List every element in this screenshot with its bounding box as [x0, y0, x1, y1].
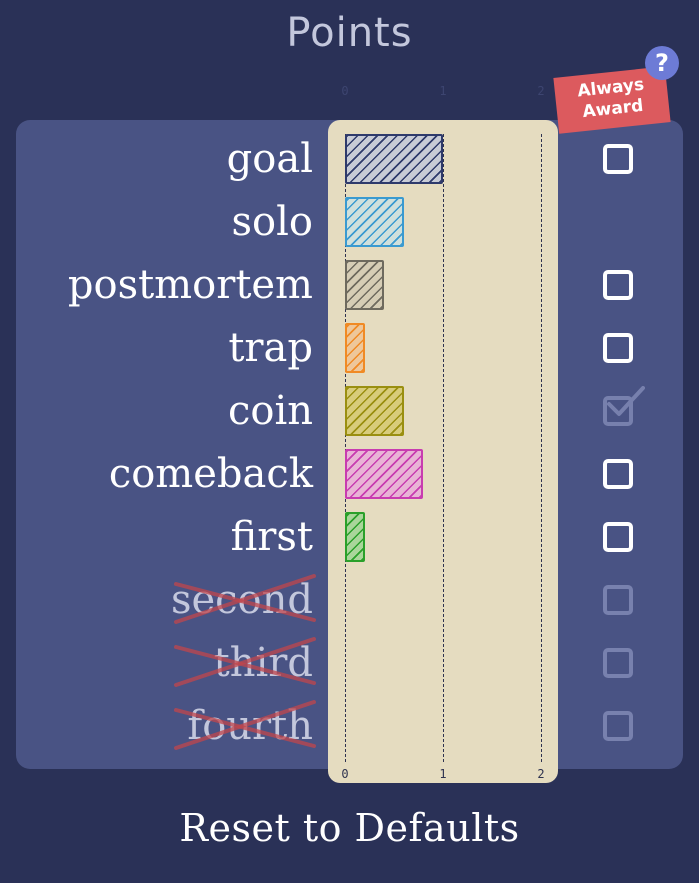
bottom-tick-0: 0: [341, 767, 349, 781]
row-label-comeback: comeback: [108, 451, 313, 497]
bar-coin[interactable]: [345, 386, 404, 436]
top-tick-0: 0: [341, 84, 349, 98]
always-award-checkbox-goal[interactable]: [603, 144, 633, 174]
row-label-goal: goal: [226, 136, 313, 182]
bar-comeback[interactable]: [345, 449, 424, 499]
points-settings-screen: Points 0 1 2 0 1 2 goal solo postmortem tra…: [0, 0, 699, 883]
always-award-checkbox-fourth[interactable]: [603, 711, 633, 741]
always-award-checkbox-first[interactable]: [603, 522, 633, 552]
always-award-checkbox-coin[interactable]: [603, 386, 645, 426]
always-award-checkbox-postmortem[interactable]: [603, 270, 633, 300]
row-label-postmortem: postmortem: [67, 262, 313, 308]
bar-goal[interactable]: [345, 134, 443, 184]
top-tick-2: 2: [537, 84, 545, 98]
help-icon[interactable]: ?: [645, 46, 679, 80]
bar-trap[interactable]: [345, 323, 365, 373]
gridline-1: [443, 134, 444, 762]
bottom-tick-2: 2: [537, 767, 545, 781]
always-award-checkbox-second[interactable]: [603, 585, 633, 615]
row-label-fourth: fourth: [187, 703, 313, 749]
checkmark-icon: [607, 386, 645, 416]
bottom-tick-1: 1: [439, 767, 447, 781]
gridline-2: [541, 134, 542, 762]
always-award-checkbox-trap[interactable]: [603, 333, 633, 363]
top-tick-1: 1: [439, 84, 447, 98]
row-label-third: third: [213, 640, 313, 686]
bar-first[interactable]: [345, 512, 365, 562]
row-label-second: second: [170, 577, 313, 623]
always-award-checkbox-comeback[interactable]: [603, 459, 633, 489]
row-label-solo: solo: [231, 199, 313, 245]
row-label-trap: trap: [228, 325, 313, 371]
page-title: Points: [286, 10, 413, 56]
reset-to-defaults-button[interactable]: Reset to Defaults: [0, 806, 699, 850]
always-award-checkbox-third[interactable]: [603, 648, 633, 678]
row-label-coin: coin: [227, 388, 313, 434]
bar-solo[interactable]: [345, 197, 404, 247]
bar-postmortem[interactable]: [345, 260, 385, 310]
row-label-first: first: [230, 514, 313, 560]
